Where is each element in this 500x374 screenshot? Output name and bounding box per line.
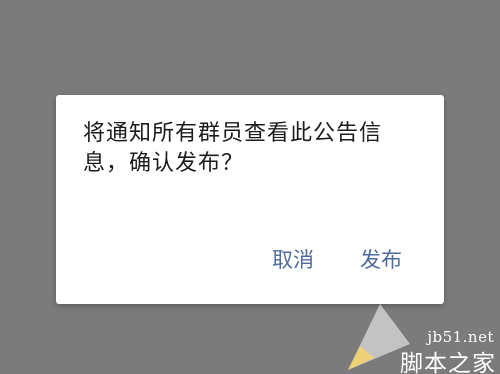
publish-button[interactable]: 发布	[360, 247, 402, 273]
dialog-message: 将通知所有群员查看此公告信息，确认发布？	[83, 121, 383, 176]
dialog-actions: 取消 发布	[272, 247, 402, 273]
confirm-dialog: 将通知所有群员查看此公告信息，确认发布？ 取消 发布	[56, 95, 444, 304]
site-watermark: jb51.net 脚本之家	[340, 298, 500, 374]
cancel-button[interactable]: 取消	[272, 247, 314, 273]
watermark-site-name: 脚本之家	[400, 351, 496, 374]
